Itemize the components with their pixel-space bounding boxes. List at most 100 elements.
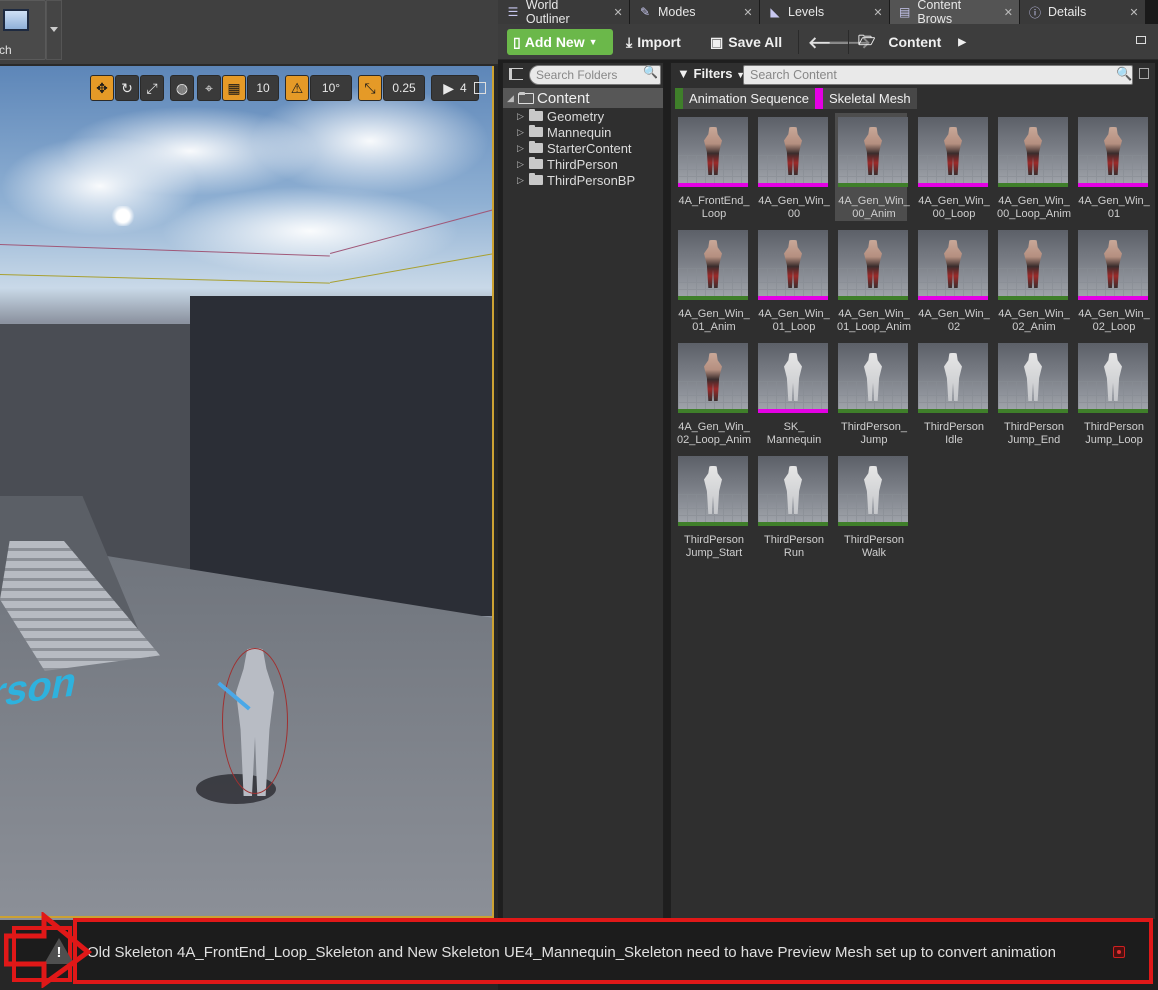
bounds-line: [0, 274, 330, 284]
save-all-button[interactable]: ▣ Save All: [710, 29, 782, 55]
globe-icon: ◍: [175, 79, 189, 96]
asset-thumbnail: [998, 230, 1068, 300]
filter-chip-animation-sequence[interactable]: Animation Sequence: [675, 88, 815, 109]
rotate-tool-button[interactable]: ↻: [115, 75, 139, 101]
close-icon[interactable]: ✕: [1127, 6, 1141, 19]
filters-label: Filters: [693, 66, 733, 81]
close-icon[interactable]: ✕: [741, 6, 755, 19]
folder-item-startercontent[interactable]: ▷ StarterContent: [503, 140, 663, 156]
translate-tool-button[interactable]: ✥: [90, 75, 114, 101]
folder-search-input[interactable]: Search Folders: [529, 65, 661, 85]
asset-label: ThirdPerson Jump_End: [1004, 421, 1064, 446]
asset-tile[interactable]: 4A_Gen_Win_ 02_Anim: [995, 226, 1070, 334]
grid-snap-value[interactable]: 10: [247, 75, 279, 101]
expand-arrow-icon[interactable]: ▷: [517, 143, 525, 154]
folder-item-thirdperson[interactable]: ▷ ThirdPerson: [503, 156, 663, 172]
chevron-right-icon[interactable]: ▶: [958, 37, 966, 48]
asset-tile[interactable]: 4A_Gen_Win_ 01_Loop: [755, 226, 830, 334]
expand-arrow-icon[interactable]: ▷: [517, 111, 525, 122]
content-search-input[interactable]: Search Content: [743, 65, 1133, 85]
surface-snap-button[interactable]: ⌖: [197, 75, 221, 101]
asset-tile[interactable]: ThirdPerson Idle: [915, 339, 988, 447]
tab-levels[interactable]: ◣ Levels ✕: [760, 0, 890, 24]
player-character[interactable]: [222, 648, 288, 796]
filters-button[interactable]: ▼ Filters ▼: [677, 66, 745, 81]
angle-icon: ⚠: [290, 79, 304, 96]
rotation-snap-toggle[interactable]: ⚠: [285, 75, 309, 101]
asset-tile[interactable]: ThirdPerson_ Jump: [835, 339, 908, 447]
save-icon: ▣: [710, 33, 724, 50]
close-icon[interactable]: ✕: [1002, 6, 1015, 19]
tab-modes[interactable]: ✎ Modes ✕: [630, 0, 760, 24]
asset-tile[interactable]: 4A_Gen_Win_ 00_Anim: [835, 113, 910, 221]
asset-thumbnail: [1078, 343, 1148, 413]
save-search-icon[interactable]: [1139, 68, 1149, 79]
asset-tile[interactable]: 4A_Gen_Win_ 02_Loop_Anim: [675, 339, 751, 447]
asset-tile[interactable]: 4A_FrontEnd_ Loop: [675, 113, 749, 221]
viewport-toolbar: ✥ ↻ ⤢ ◍ ⌖ ▦ 10 ⚠ 10° ⤡ 0.25 ▶ 4: [90, 75, 479, 101]
asset-tile[interactable]: 4A_Gen_Win_ 02: [915, 226, 990, 334]
asset-label: ThirdPerson Walk: [844, 534, 904, 559]
asset-label: 4A_Gen_Win_ 02_Anim: [998, 308, 1070, 333]
viewport-scene[interactable]: rson: [0, 66, 494, 920]
add-new-button[interactable]: ▯ Add New ▼: [507, 29, 613, 55]
folder-item-geometry[interactable]: ▷ Geometry: [503, 108, 663, 124]
asset-tile[interactable]: 4A_Gen_Win_ 01_Loop_Anim: [835, 226, 911, 334]
thumbnail-floor-grid: [918, 381, 988, 411]
close-icon[interactable]: ✕: [871, 6, 885, 19]
tab-label: Content Brows: [917, 0, 962, 26]
folder-item-mannequin[interactable]: ▷ Mannequin: [503, 124, 663, 140]
tab-world-outliner[interactable]: ☰ World Outliner ✕: [498, 0, 630, 26]
expand-arrow-icon[interactable]: ▷: [517, 175, 525, 186]
thumbnail-floor-grid: [758, 381, 828, 411]
asset-tile[interactable]: ThirdPerson Walk: [835, 452, 908, 560]
asset-tile[interactable]: ThirdPerson Run: [755, 452, 828, 560]
camera-speed-button[interactable]: ▶ 4: [431, 75, 479, 101]
asset-tile[interactable]: 4A_Gen_Win_ 00_Loop: [915, 113, 990, 221]
asset-tile[interactable]: 4A_Gen_Win_ 00: [755, 113, 830, 221]
expand-arrow-icon[interactable]: ◢: [507, 93, 515, 104]
filter-chip-label: Skeletal Mesh: [829, 91, 911, 106]
asset-tile[interactable]: ThirdPerson Jump_End: [995, 339, 1068, 447]
lock-icon[interactable]: [1136, 36, 1146, 44]
asset-tile[interactable]: ThirdPerson Jump_Loop: [1075, 339, 1148, 447]
expand-arrow-icon[interactable]: ▷: [517, 127, 525, 138]
folder-label: Geometry: [547, 108, 605, 124]
thumbnail-floor-grid: [838, 155, 908, 185]
asset-thumbnail: [838, 343, 908, 413]
content-browser-toolbar: ▯ Add New ▼ ⤓ Import ▣ Save All 🡐 🡒 🗁 Co…: [498, 24, 1158, 60]
tab-content-browser[interactable]: ▤ Content Brows ✕: [890, 0, 1020, 26]
scale-snap-value[interactable]: 0.25: [383, 75, 425, 101]
scale-snap-toggle[interactable]: ⤡: [358, 75, 382, 101]
import-button[interactable]: ⤓ Import: [626, 29, 681, 55]
expand-arrow-icon[interactable]: ▷: [517, 159, 525, 170]
asset-tile[interactable]: 4A_Gen_Win_ 01_Anim: [675, 226, 750, 334]
launch-button[interactable]: ch: [0, 0, 46, 60]
launch-dropdown-button[interactable]: [46, 0, 62, 60]
asset-tile[interactable]: SK_ Mannequin: [755, 339, 828, 447]
asset-tile[interactable]: 4A_Gen_Win_ 00_Loop_Anim: [995, 113, 1071, 221]
asset-thumbnail: [1078, 230, 1148, 300]
tab-label: Details: [1048, 5, 1087, 19]
maximize-viewport-icon[interactable]: [474, 82, 486, 94]
asset-tile[interactable]: 4A_Gen_Win_ 02_Loop: [1075, 226, 1150, 334]
scale-tool-button[interactable]: ⤢: [140, 75, 164, 101]
light-source-icon[interactable]: [110, 206, 136, 226]
path-breadcrumb[interactable]: 🗁 Content ▶: [858, 29, 966, 55]
world-local-toggle[interactable]: ◍: [170, 75, 194, 101]
tab-details[interactable]: ⓘ Details ✕: [1020, 0, 1146, 24]
dismiss-icon[interactable]: [1113, 946, 1125, 958]
filter-chip-skeletal-mesh[interactable]: Skeletal Mesh: [815, 88, 917, 109]
asset-tile[interactable]: 4A_Gen_Win_ 01: [1075, 113, 1150, 221]
grid-snap-toggle[interactable]: ▦: [222, 75, 246, 101]
asset-tile[interactable]: ThirdPerson Jump_Start: [675, 452, 748, 560]
folder-item-content[interactable]: ◢ Content: [503, 88, 663, 108]
asset-thumbnail: [758, 343, 828, 413]
rotation-snap-value[interactable]: 10°: [310, 75, 352, 101]
sources-toggle-icon[interactable]: [509, 68, 523, 80]
folder-item-thirdpersonbp[interactable]: ▷ ThirdPersonBP: [503, 172, 663, 188]
import-icon: ⤓: [626, 33, 633, 50]
asset-label: 4A_FrontEnd_ Loop: [678, 195, 750, 220]
thumbnail-floor-grid: [678, 155, 748, 185]
close-icon[interactable]: ✕: [611, 6, 625, 19]
